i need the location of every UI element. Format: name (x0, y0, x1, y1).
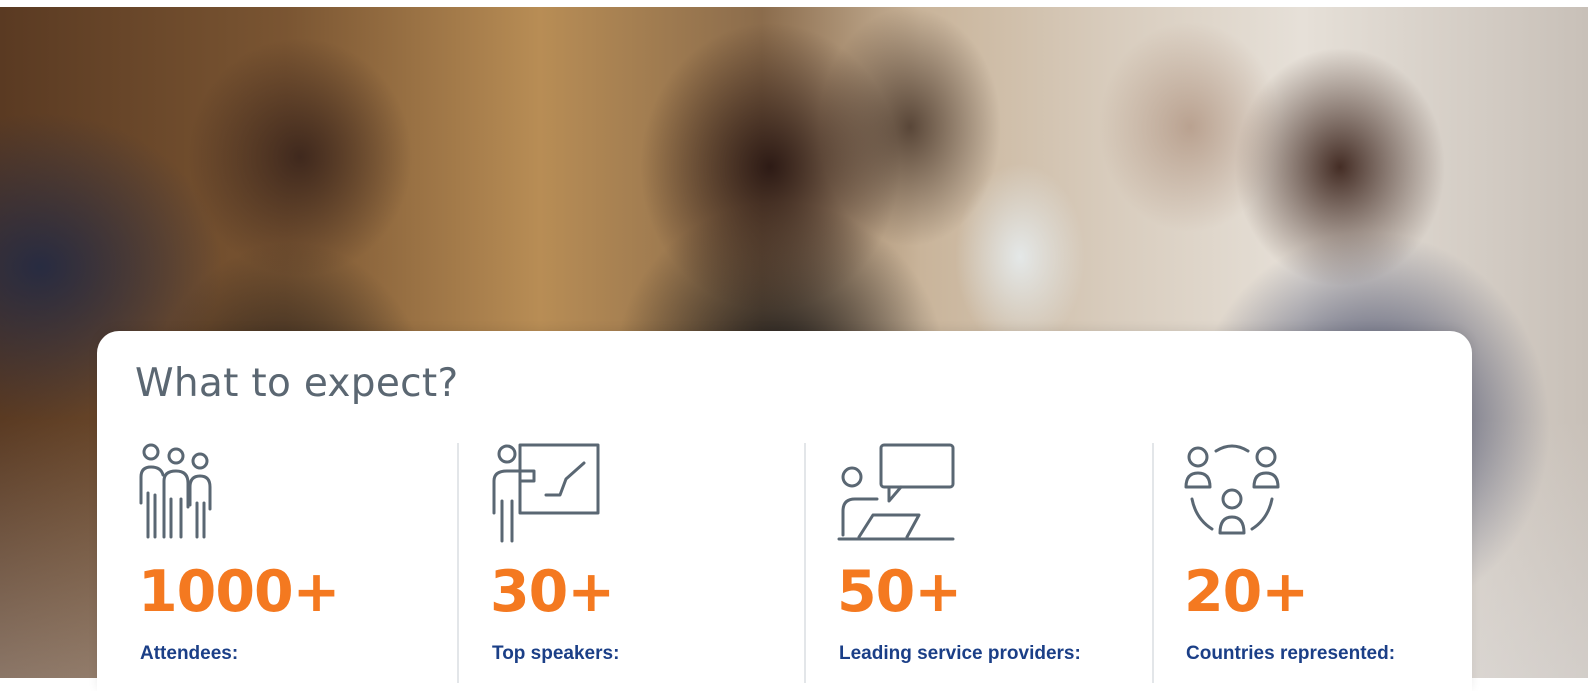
stat-label: Leading service providers: (839, 643, 1081, 664)
what-to-expect-card: What to expect? 1000+ Attendees: 30+ Top… (97, 331, 1472, 691)
speech-bubble-laptop-icon (837, 443, 957, 543)
stat-countries: 20+ Countries represented: (1184, 443, 1484, 683)
presenter-board-icon (490, 443, 610, 543)
people-group-icon (138, 443, 258, 543)
stat-attendees: 1000+ Attendees: (138, 443, 438, 683)
stat-divider (457, 443, 459, 683)
stat-value: 30+ (490, 559, 615, 625)
stat-value: 20+ (1184, 559, 1309, 625)
stat-divider (804, 443, 806, 683)
stat-value: 1000+ (138, 559, 340, 625)
stat-divider (1152, 443, 1154, 683)
stat-service-providers: 50+ Leading service providers: (837, 443, 1137, 683)
stat-label: Attendees: (140, 643, 239, 664)
stat-value: 50+ (837, 559, 962, 625)
network-people-icon (1184, 443, 1304, 543)
stat-label: Countries represented: (1186, 643, 1396, 664)
stat-label: Top speakers: (492, 643, 620, 664)
section-title: What to expect? (135, 361, 459, 406)
stat-top-speakers: 30+ Top speakers: (490, 443, 790, 683)
